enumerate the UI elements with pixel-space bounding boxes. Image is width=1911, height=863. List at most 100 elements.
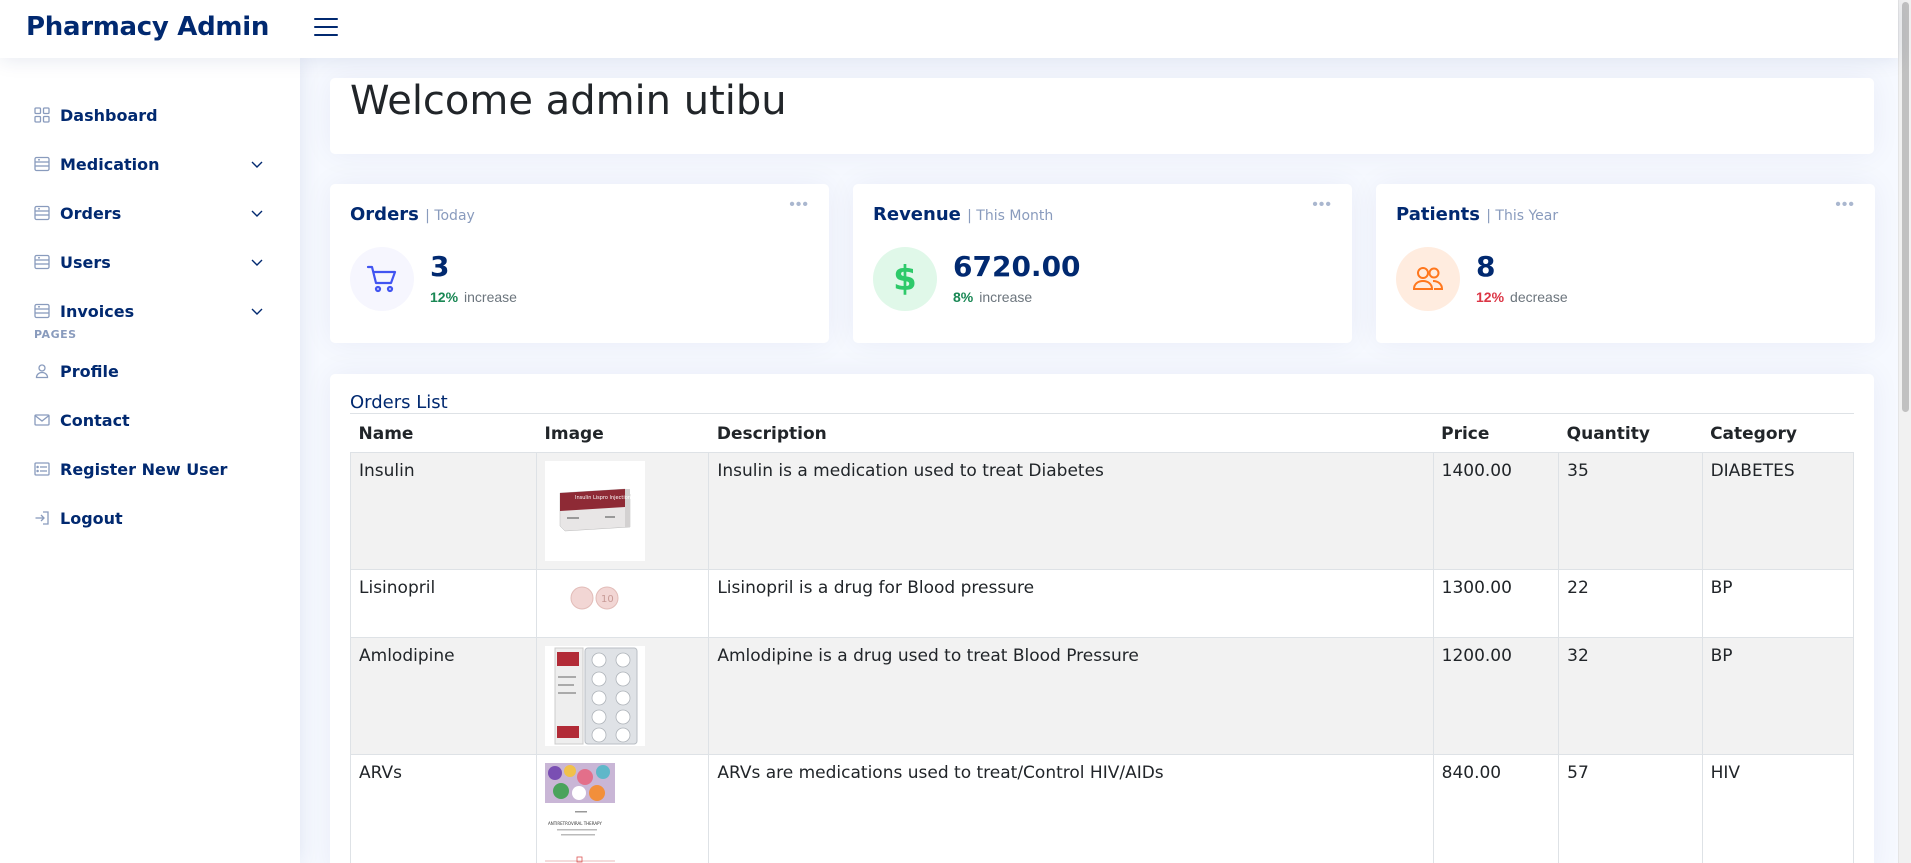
- chevron-down-icon: [251, 259, 263, 266]
- stat-title-text: Revenue: [873, 204, 961, 225]
- app-logo[interactable]: Pharmacy Admin: [26, 12, 269, 42]
- stat-direction: increase: [979, 289, 1033, 305]
- scrollbar-thumb[interactable]: [1902, 2, 1909, 412]
- more-options-icon[interactable]: •••: [1835, 196, 1855, 214]
- cell-price: 840.00: [1432, 753, 1560, 863]
- table-row[interactable]: Lisinopril 10 Lisinopril is a drug for B…: [349, 568, 1855, 638]
- column-header-category: Category: [1710, 423, 1797, 444]
- top-header: Pharmacy Admin: [0, 0, 1898, 58]
- sidebar-item-users[interactable]: Users: [34, 247, 264, 277]
- cell-image: 10: [536, 568, 710, 638]
- cell-price: 1300.00: [1432, 568, 1560, 638]
- stat-change: 12% increase: [430, 289, 517, 305]
- people-icon: [1396, 247, 1460, 311]
- sidebar-item-label: Logout: [60, 508, 123, 528]
- table-row[interactable]: Amlodipine Amlodipine is a drug used to …: [349, 636, 1855, 755]
- cart-icon: [350, 247, 414, 311]
- cell-description: Amlodipine is a drug used to treat Blood…: [708, 636, 1434, 755]
- sidebar-item-label: Contact: [60, 410, 130, 430]
- card-list-icon: [34, 461, 50, 477]
- patients-stat-card: Patients | This Year ••• 8 12% decrease: [1376, 184, 1875, 343]
- chevron-down-icon: [251, 161, 263, 168]
- chevron-down-icon: [251, 308, 263, 315]
- cell-price: 1200.00: [1432, 636, 1560, 755]
- stat-value: 3: [430, 250, 450, 283]
- sidebar-section-heading: PAGES: [34, 328, 77, 341]
- stat-title: Patients | This Year: [1396, 204, 1558, 225]
- column-header-image: Image: [544, 423, 604, 444]
- cell-name: Lisinopril: [349, 568, 538, 638]
- more-options-icon[interactable]: •••: [1312, 196, 1332, 214]
- lisinopril-product-image: 10: [545, 578, 645, 618]
- stat-title: Revenue | This Month: [873, 204, 1053, 225]
- sidebar-item-contact[interactable]: Contact: [34, 405, 264, 435]
- sidebar-item-label: Users: [60, 252, 111, 272]
- stat-period: | This Year: [1486, 208, 1559, 224]
- stat-period: | Today: [425, 208, 475, 224]
- list-icon: [34, 205, 50, 221]
- stat-title-text: Orders: [350, 204, 419, 225]
- amlodipine-product-image: [545, 645, 646, 746]
- sidebar-item-orders[interactable]: Orders: [34, 198, 264, 228]
- stat-value: 6720.00: [953, 250, 1081, 283]
- cell-name: ARVs: [349, 753, 538, 863]
- page-scrollbar[interactable]: [1898, 0, 1911, 863]
- menu-toggle-icon[interactable]: [314, 16, 338, 38]
- leaflet-title: ANTIRETROVIRAL THERAPY: [548, 821, 602, 826]
- cell-quantity: 57: [1558, 753, 1703, 863]
- sidebar-item-label: Medication: [60, 154, 160, 174]
- sidebar-item-medication[interactable]: Medication: [34, 149, 264, 179]
- chevron-down-icon: [251, 210, 263, 217]
- sidebar-item-label: Profile: [60, 361, 119, 381]
- sidebar-item-invoices[interactable]: Invoices: [34, 296, 264, 326]
- stat-title: Orders | Today: [350, 204, 475, 225]
- cell-name: Insulin: [349, 451, 538, 570]
- orders-stat-card: Orders | Today ••• 3 12% increase: [330, 184, 829, 343]
- cell-image: Insulin Lispro Injection: [536, 451, 710, 570]
- sidebar-item-label: Dashboard: [60, 105, 158, 125]
- revenue-stat-card: Revenue | This Month ••• $ 6720.00 8% inc…: [853, 184, 1352, 343]
- arvs-product-image: ANTIRETROVIRAL THERAPY: [545, 762, 616, 863]
- sidebar-item-label: Orders: [60, 203, 122, 223]
- more-options-icon[interactable]: •••: [789, 196, 809, 214]
- cell-quantity: 32: [1558, 636, 1703, 755]
- envelope-icon: [34, 412, 50, 428]
- table-row[interactable]: Insulin Insulin Lispro Injection Insulin…: [349, 451, 1855, 570]
- column-header-name: Name: [358, 423, 414, 444]
- stat-percent: 8%: [953, 289, 974, 305]
- list-icon: [34, 254, 50, 270]
- stat-direction: decrease: [1510, 289, 1568, 305]
- list-icon: [34, 303, 50, 319]
- cell-price: 1400.00: [1432, 451, 1560, 570]
- table-header-row: Name Image Description Price Quantity Ca…: [351, 414, 1854, 452]
- column-header-price: Price: [1441, 423, 1490, 444]
- table-row[interactable]: ARVs ANTIRETROVIRAL THERAPY ARVs are med…: [349, 753, 1855, 863]
- welcome-card: Welcome admin utibu: [330, 78, 1874, 154]
- sidebar-item-label: Register New User: [60, 459, 228, 479]
- stat-title-text: Patients: [1396, 204, 1480, 225]
- cell-category: DIABETES: [1701, 451, 1855, 570]
- stat-value: 8: [1476, 250, 1496, 283]
- cell-description: Lisinopril is a drug for Blood pressure: [708, 568, 1434, 638]
- logout-icon: [34, 510, 50, 526]
- sidebar-item-logout[interactable]: Logout: [34, 503, 264, 533]
- sidebar: Dashboard Medication Orders Users Invoic…: [0, 58, 300, 863]
- list-icon: [34, 156, 50, 172]
- column-header-quantity: Quantity: [1566, 423, 1650, 444]
- stat-change: 8% increase: [953, 289, 1032, 305]
- sidebar-item-dashboard[interactable]: Dashboard: [34, 100, 264, 130]
- orders-list-card: Orders List Name Image Description Price…: [330, 374, 1874, 863]
- stat-percent: 12%: [1476, 289, 1505, 305]
- cell-name: Amlodipine: [349, 636, 538, 755]
- stat-change: 12% decrease: [1476, 289, 1568, 305]
- cell-category: HIV: [1701, 753, 1855, 863]
- grid-icon: [34, 107, 50, 123]
- sidebar-item-label: Invoices: [60, 301, 135, 321]
- person-icon: [34, 363, 50, 379]
- cell-image: ANTIRETROVIRAL THERAPY: [536, 753, 710, 863]
- sidebar-item-register[interactable]: Register New User: [34, 454, 264, 484]
- sidebar-item-profile[interactable]: Profile: [34, 356, 264, 386]
- cell-category: BP: [1701, 568, 1855, 638]
- insulin-product-image: Insulin Lispro Injection: [545, 460, 646, 561]
- dollar-icon: $: [873, 247, 937, 311]
